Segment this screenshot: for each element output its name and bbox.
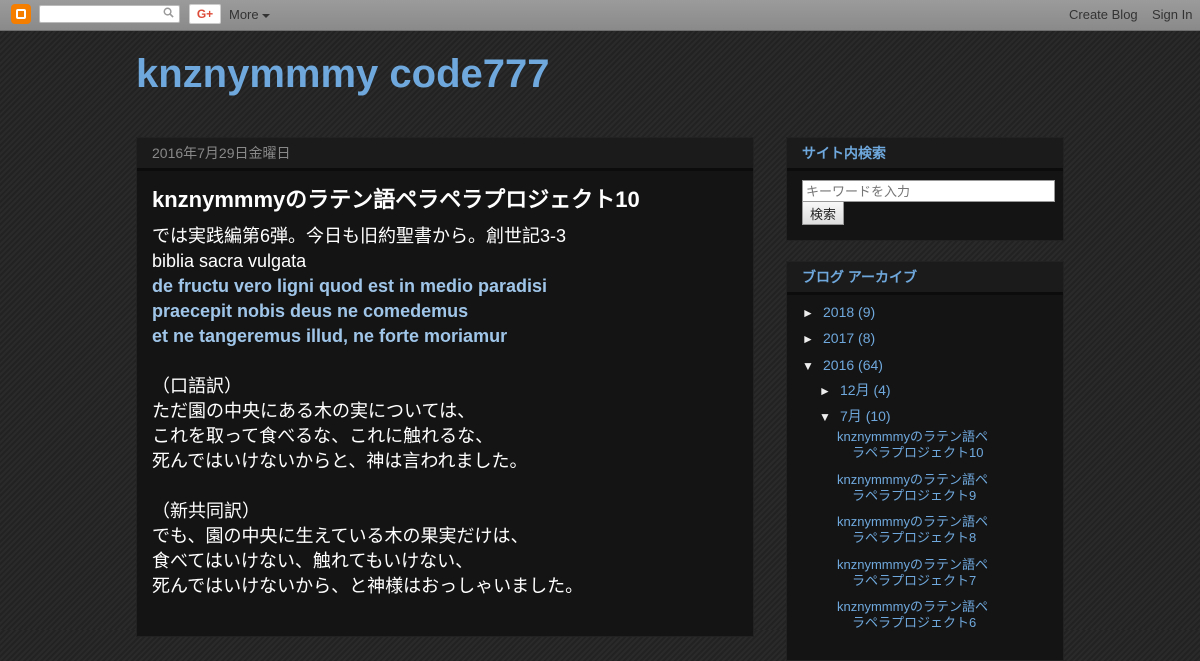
archive-post-link[interactable]: knznymmmyのラテン語ペ ラペラプロジェクト9 [837,472,1012,504]
post-line: これを取って食べるな、これに触れるな、 [152,426,494,446]
post-line: では実践編第6弾。今日も旧約聖書から。創世記3-3 [152,226,567,246]
archive-year-item[interactable]: ► 2018 (9) [802,304,875,320]
blogger-logo-icon[interactable] [11,4,31,24]
post-line: 死んではいけないからと、神は言われました。 [152,451,528,471]
collapse-icon[interactable]: ▼ [819,410,833,424]
more-label: More [229,7,259,22]
post-container: 2016年7月29日金曜日 knznymmmyのラテン語ペラペラプロジェクト10… [136,137,754,637]
create-blog-link[interactable]: Create Blog [1069,7,1138,22]
archive-count: (10) [865,408,891,424]
archive-post-line1: knznymmmyのラテン語ペ [837,472,988,487]
archive-post-line1: knznymmmyのラテン語ペ [837,514,988,529]
navbar: G+ More Create Blog Sign In [0,0,1200,31]
archive-post-line2: ラペラプロジェクト8 [852,530,977,545]
archive-post-line1: knznymmmyのラテン語ペ [837,429,988,444]
archive-count: (64) [858,357,883,373]
archive-post-link[interactable]: knznymmmyのラテン語ペ ラペラプロジェクト7 [837,557,1012,589]
archive-post-line2: ラペラプロジェクト9 [852,488,977,503]
archive-post-line1: knznymmmyのラテン語ペ [837,599,988,614]
post-line: でも、園の中央に生えている木の果実だけは、 [152,526,529,546]
sign-in-link[interactable]: Sign In [1152,7,1192,22]
archive-count: (9) [858,304,876,320]
search-icon[interactable] [163,7,174,18]
post-line-latin: et ne tangeremus illud, ne forte moriamu… [152,326,508,346]
archive-post-link[interactable]: knznymmmyのラテン語ペ ラペラプロジェクト10 [837,429,1012,461]
archive-post-line2: ラペラプロジェクト6 [852,615,977,630]
blog-title[interactable]: knznymmmy code777 [136,50,550,98]
post-date: 2016年7月29日金曜日 [137,138,753,171]
archive-count: (8) [858,330,876,346]
archive-month-label[interactable]: 12月 [840,382,870,398]
archive-post-line2: ラペラプロジェクト10 [852,445,984,460]
archive-year-item[interactable]: ▼ 2016 (64) [802,357,883,373]
post-line: 死んではいけないから、と神様はおっしゃいました。 [152,576,584,596]
post-title[interactable]: knznymmmyのラテン語ペラペラプロジェクト10 [152,182,640,214]
archive-month-item[interactable]: ► 12月 (4) [819,380,891,400]
archive-widget: ブログ アーカイブ ► 2018 (9) ► 2017 (8) ▼ 2016 (64)… [786,261,1064,661]
post-line: ただ園の中央にある木の実については、 [152,401,476,421]
archive-post-link[interactable]: knznymmmyのラテン語ペ ラペラプロジェクト6 [837,599,1012,631]
post-body: では実践編第6弾。今日も旧約聖書から。創世記3-3 biblia sacra v… [152,224,742,599]
more-menu[interactable]: More [229,7,270,22]
search-button[interactable]: 検索 [802,201,844,225]
post-line: biblia sacra vulgata [152,251,307,271]
expand-icon[interactable]: ► [802,306,816,320]
post-line: （新共同訳） [152,501,260,521]
search-widget-title: サイト内検索 [787,138,1063,171]
archive-year-label[interactable]: 2018 [823,304,854,320]
archive-year-label[interactable]: 2017 [823,330,854,346]
collapse-icon[interactable]: ▼ [802,359,816,373]
navbar-search-input[interactable] [39,5,180,23]
expand-icon[interactable]: ► [802,332,816,346]
post-line-latin: praecepit nobis deus ne comedemus [152,301,469,321]
archive-year-item[interactable]: ► 2017 (8) [802,330,875,346]
archive-post-line2: ラペラプロジェクト7 [852,573,977,588]
archive-widget-title: ブログ アーカイブ [787,262,1063,295]
post-line: （口語訳） [152,376,242,396]
archive-post-link[interactable]: knznymmmyのラテン語ペ ラペラプロジェクト8 [837,514,1012,546]
google-plus-button[interactable]: G+ [189,4,221,24]
archive-year-label[interactable]: 2016 [823,357,854,373]
expand-icon[interactable]: ► [819,384,833,398]
post-line: 食べてはいけない、触れてもいけない、 [152,551,474,571]
site-search-input[interactable] [802,180,1055,202]
post-line [152,474,742,499]
archive-post-line1: knznymmmyのラテン語ペ [837,557,988,572]
post-line-latin: de fructu vero ligni quod est in medio p… [152,276,548,296]
archive-count: (4) [873,382,891,398]
archive-month-label[interactable]: 7月 [840,408,862,424]
archive-month-item[interactable]: ▼ 7月 (10) [819,406,891,426]
chevron-down-icon [261,13,270,18]
search-widget: サイト内検索 検索 [786,137,1064,241]
post-line [152,349,742,374]
